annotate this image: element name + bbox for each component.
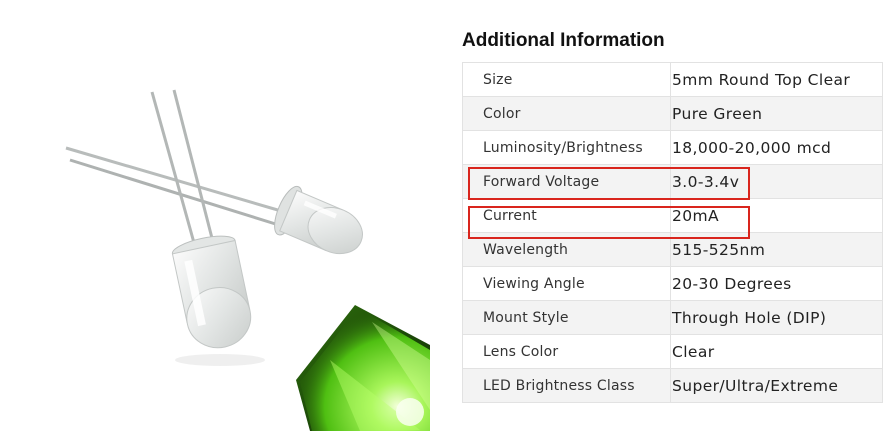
spec-value: Pure Green <box>670 96 883 131</box>
spec-row: Lens Color Clear <box>462 334 883 369</box>
spec-row: Viewing Angle 20-30 Degrees <box>462 266 883 301</box>
spec-row: Luminosity/Brightness 18,000-20,000 mcd <box>462 130 883 165</box>
spec-row: Color Pure Green <box>462 96 883 131</box>
spec-value: 515-525nm <box>670 232 883 267</box>
spec-value: Clear <box>670 334 883 369</box>
section-title: Additional Information <box>462 30 665 51</box>
spec-label: Size <box>462 62 671 97</box>
spec-value: Through Hole (DIP) <box>670 300 883 335</box>
spec-label: Viewing Angle <box>462 266 671 301</box>
spec-label: Lens Color <box>462 334 671 369</box>
spec-row: LED Brightness Class Super/Ultra/Extreme <box>462 368 883 403</box>
spec-label: LED Brightness Class <box>462 368 671 403</box>
spec-value: 3.0-3.4v <box>670 164 883 199</box>
spec-row: Size 5mm Round Top Clear <box>462 62 883 97</box>
spec-row: Wavelength 515-525nm <box>462 232 883 267</box>
spec-label: Forward Voltage <box>462 164 671 199</box>
spec-value: 18,000-20,000 mcd <box>670 130 883 165</box>
spec-value: Super/Ultra/Extreme <box>670 368 883 403</box>
spec-row: Forward Voltage 3.0-3.4v <box>462 164 883 199</box>
spec-value: 20mA <box>670 198 883 233</box>
spec-label: Luminosity/Brightness <box>462 130 671 165</box>
spec-row: Mount Style Through Hole (DIP) <box>462 300 883 335</box>
spec-label: Color <box>462 96 671 131</box>
spec-value: 20-30 Degrees <box>670 266 883 301</box>
spec-label: Wavelength <box>462 232 671 267</box>
led-standing <box>150 89 265 366</box>
spec-row: Current 20mA <box>462 198 883 233</box>
spec-label: Current <box>462 198 671 233</box>
spec-value: 5mm Round Top Clear <box>670 62 883 97</box>
spec-label: Mount Style <box>462 300 671 335</box>
green-glow-inset <box>296 305 430 431</box>
product-image <box>65 89 430 431</box>
specs-table: Size 5mm Round Top Clear Color Pure Green Lu… <box>462 62 883 403</box>
additional-information: Additional Information Size 5mm Round Top… <box>462 28 883 403</box>
